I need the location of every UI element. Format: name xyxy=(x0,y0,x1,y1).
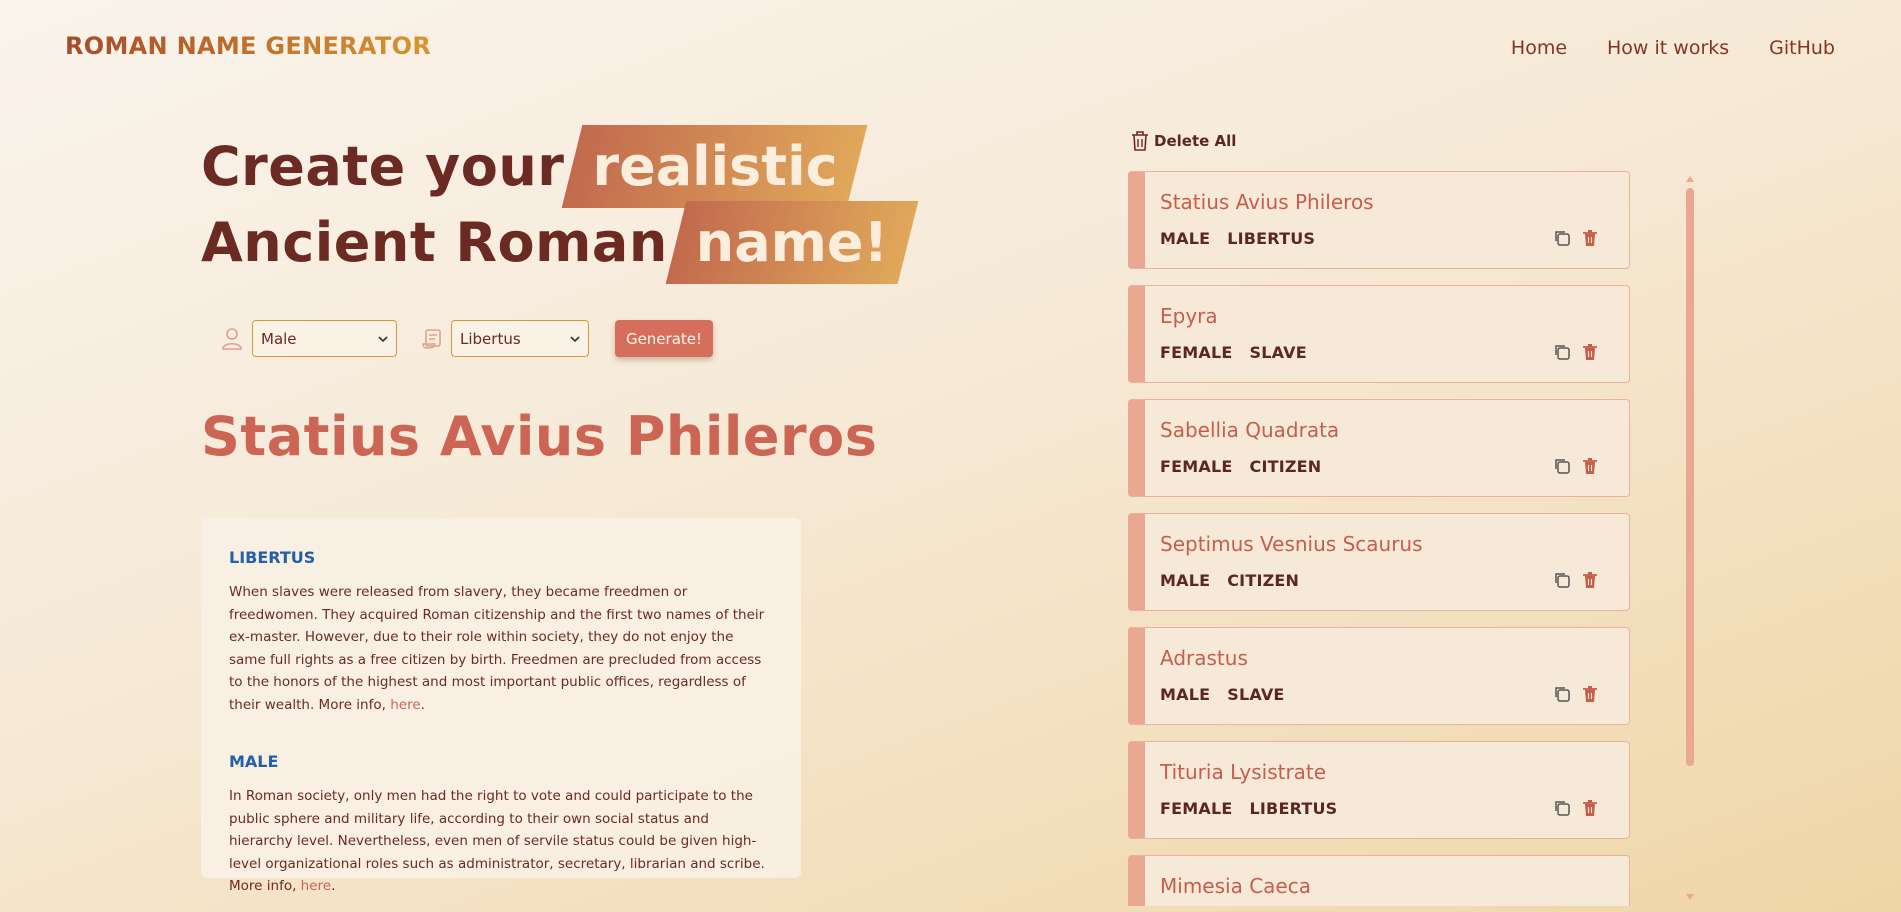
main-nav: Home How it works GitHub xyxy=(1511,37,1835,59)
delete-all-button[interactable]: Delete All xyxy=(1130,130,1236,152)
trash-icon xyxy=(1132,131,1148,151)
scroll-down-arrow[interactable] xyxy=(1686,894,1694,900)
hero-heading: Create your realistic Ancient Roman name… xyxy=(201,128,904,280)
gender-select-value: Male xyxy=(261,329,297,348)
gender-tag: FEMALE xyxy=(1160,343,1233,362)
copy-icon[interactable] xyxy=(1553,685,1571,703)
history-card-actions xyxy=(1553,799,1599,817)
history-card-actions xyxy=(1553,343,1599,361)
status-tag: LIBERTUS xyxy=(1227,229,1316,248)
history-scrollbar[interactable] xyxy=(1684,172,1696,902)
gender-info-text: In Roman society, only men had the right… xyxy=(229,788,765,894)
gender-tag: FEMALE xyxy=(1160,799,1233,818)
history-card-actions xyxy=(1553,457,1599,475)
hero-highlight: name! xyxy=(680,211,904,274)
chevron-down-icon xyxy=(570,335,580,342)
status-tag: LIBERTUS xyxy=(1249,799,1338,818)
trash-icon[interactable] xyxy=(1581,457,1599,475)
scroll-icon xyxy=(421,327,445,351)
status-select[interactable]: Libertus xyxy=(451,320,589,357)
copy-icon[interactable] xyxy=(1553,457,1571,475)
gender-more-info-link[interactable]: here xyxy=(301,878,331,894)
generated-name: Statius Avius Phileros xyxy=(201,405,878,468)
chevron-down-icon xyxy=(378,335,388,342)
history-card-name: Septimus Vesnius Scaurus xyxy=(1160,532,1423,556)
trash-icon[interactable] xyxy=(1581,799,1599,817)
history-card-actions xyxy=(1553,685,1599,703)
scrollbar-thumb[interactable] xyxy=(1686,188,1694,766)
history-card-tags: MALE SLAVE xyxy=(1160,685,1285,704)
status-info-title: LIBERTUS xyxy=(229,548,316,567)
history-card-name: Adrastus xyxy=(1160,646,1248,670)
copy-icon[interactable] xyxy=(1553,571,1571,589)
status-tag: SLAVE xyxy=(1249,343,1307,362)
history-card-tags: MALE LIBERTUS xyxy=(1160,229,1315,248)
history-card-tags: MALE CITIZEN xyxy=(1160,571,1299,590)
history-card-actions xyxy=(1553,571,1599,589)
status-tag: CITIZEN xyxy=(1227,571,1300,590)
history-card: Epyra FEMALE SLAVE xyxy=(1128,285,1630,383)
generate-button[interactable]: Generate! xyxy=(615,320,713,357)
history-card-name: Sabellia Quadrata xyxy=(1160,418,1340,442)
hero-text: Ancient Roman xyxy=(201,210,668,274)
trash-icon[interactable] xyxy=(1581,571,1599,589)
gender-info-title: MALE xyxy=(229,752,279,771)
history-card-name: Tituria Lysistrate xyxy=(1160,760,1327,784)
history-card-name: Mimesia Caeca xyxy=(1160,874,1311,898)
hero-line-2: Ancient Roman name! xyxy=(201,204,904,280)
gender-tag: FEMALE xyxy=(1160,457,1233,476)
status-more-info-link[interactable]: here xyxy=(390,697,420,713)
copy-icon[interactable] xyxy=(1553,799,1571,817)
history-card: Sabellia Quadrata FEMALE CITIZEN xyxy=(1128,399,1630,497)
delete-all-label: Delete All xyxy=(1154,132,1237,150)
history-card-actions xyxy=(1553,229,1599,247)
hero-line-1: Create your realistic xyxy=(201,128,904,204)
nav-home[interactable]: Home xyxy=(1511,37,1567,59)
hero-highlight: realistic xyxy=(576,135,853,198)
history-card-tags: FEMALE LIBERTUS xyxy=(1160,799,1337,818)
history-card: Septimus Vesnius Scaurus MALE CITIZEN xyxy=(1128,513,1630,611)
history-card-tags: FEMALE CITIZEN xyxy=(1160,457,1321,476)
copy-icon[interactable] xyxy=(1553,343,1571,361)
hero-text: Create your xyxy=(201,134,565,198)
nav-how-it-works[interactable]: How it works xyxy=(1607,37,1729,59)
status-select-value: Libertus xyxy=(460,329,521,348)
history-card-name: Statius Avius Phileros xyxy=(1160,190,1374,214)
history-card: Tituria Lysistrate FEMALE LIBERTUS xyxy=(1128,741,1630,839)
status-info-text: When slaves were released from slavery, … xyxy=(229,584,765,713)
gender-tag: MALE xyxy=(1160,229,1211,248)
history-card-name: Epyra xyxy=(1160,304,1218,328)
trash-icon[interactable] xyxy=(1581,343,1599,361)
history-card: Adrastus MALE SLAVE xyxy=(1128,627,1630,725)
trash-icon[interactable] xyxy=(1581,685,1599,703)
nav-github[interactable]: GitHub xyxy=(1769,37,1835,59)
history-card-tags: FEMALE SLAVE xyxy=(1160,343,1307,362)
history-card: Mimesia Caeca xyxy=(1128,855,1630,906)
history-card: Statius Avius Phileros MALE LIBERTUS xyxy=(1128,171,1630,269)
trash-icon[interactable] xyxy=(1581,229,1599,247)
history-list: Statius Avius Phileros MALE LIBERTUS Epy… xyxy=(1128,171,1630,906)
gender-tag: MALE xyxy=(1160,571,1211,590)
status-tag: SLAVE xyxy=(1227,685,1285,704)
status-tag: CITIZEN xyxy=(1249,457,1322,476)
person-icon xyxy=(220,327,244,351)
top-bar: ROMAN NAME GENERATOR Home How it works G… xyxy=(0,0,1901,100)
info-panel: LIBERTUS When slaves were released from … xyxy=(201,518,801,894)
copy-icon[interactable] xyxy=(1553,229,1571,247)
gender-select[interactable]: Male xyxy=(252,320,397,357)
generator-controls: Male Libertus Generate! xyxy=(220,320,713,357)
scroll-up-arrow[interactable] xyxy=(1686,176,1694,182)
gender-tag: MALE xyxy=(1160,685,1211,704)
logo[interactable]: ROMAN NAME GENERATOR xyxy=(65,32,431,60)
